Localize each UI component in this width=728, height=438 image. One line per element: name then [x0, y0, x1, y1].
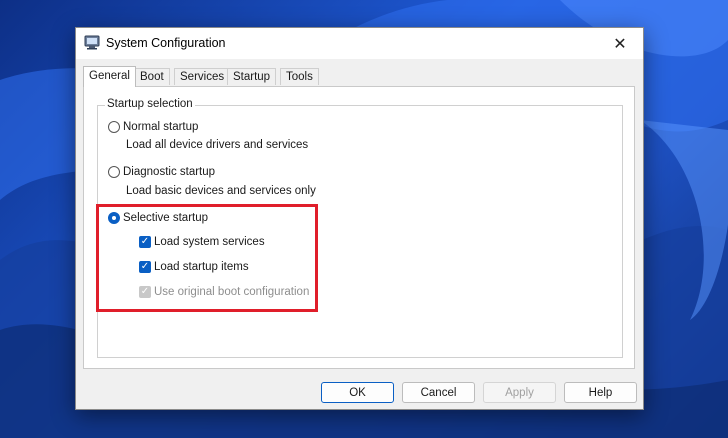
startup-selection-legend: Startup selection [105, 98, 195, 110]
help-button[interactable]: Help [564, 382, 637, 403]
window-title: System Configuration [106, 36, 226, 50]
radio-button-off[interactable] [108, 121, 120, 133]
checkmark-icon[interactable]: ✓ [139, 261, 151, 273]
title-bar: System Configuration ✕ [76, 28, 643, 59]
close-icon: ✕ [613, 35, 627, 53]
diagnostic-startup-radio[interactable]: Diagnostic startup [108, 166, 215, 178]
tab-services[interactable]: Services [174, 68, 231, 85]
close-button[interactable]: ✕ [597, 28, 643, 59]
radio-button-on[interactable] [108, 212, 120, 224]
diagnostic-startup-description: Load basic devices and services only [126, 185, 316, 197]
checkmark-icon: ✓ [139, 286, 151, 298]
load-startup-items-label[interactable]: Load startup items [154, 261, 249, 273]
normal-startup-label[interactable]: Normal startup [123, 121, 198, 133]
startup-selection-group: Startup selection Normal startup Load al… [97, 98, 623, 358]
normal-startup-radio[interactable]: Normal startup [108, 121, 198, 133]
load-system-services-checkbox[interactable]: ✓ Load system services [139, 236, 265, 248]
load-system-services-label[interactable]: Load system services [154, 236, 265, 248]
checkmark-icon[interactable]: ✓ [139, 236, 151, 248]
tab-general[interactable]: General [83, 66, 136, 87]
selective-startup-radio[interactable]: Selective startup [108, 212, 208, 224]
ok-button[interactable]: OK [321, 382, 394, 403]
cancel-button[interactable]: Cancel [402, 382, 475, 403]
selective-startup-label[interactable]: Selective startup [123, 212, 208, 224]
tab-startup[interactable]: Startup [227, 68, 277, 85]
tab-boot[interactable]: Boot [134, 68, 170, 85]
use-original-boot-configuration-checkbox: ✓ Use original boot configuration [139, 286, 309, 298]
system-configuration-window: System Configuration ✕ General Boot Serv… [75, 27, 644, 410]
use-original-boot-configuration-label: Use original boot configuration [154, 286, 310, 298]
tab-tools[interactable]: Tools [280, 68, 319, 85]
normal-startup-description: Load all device drivers and services [126, 139, 309, 151]
load-startup-items-checkbox[interactable]: ✓ Load startup items [139, 261, 249, 273]
apply-button: Apply [483, 382, 556, 403]
general-tab-panel: Startup selection Normal startup Load al… [83, 86, 635, 369]
radio-button-off[interactable] [108, 166, 120, 178]
system-configuration-icon [84, 35, 100, 50]
diagnostic-startup-label[interactable]: Diagnostic startup [123, 166, 215, 178]
